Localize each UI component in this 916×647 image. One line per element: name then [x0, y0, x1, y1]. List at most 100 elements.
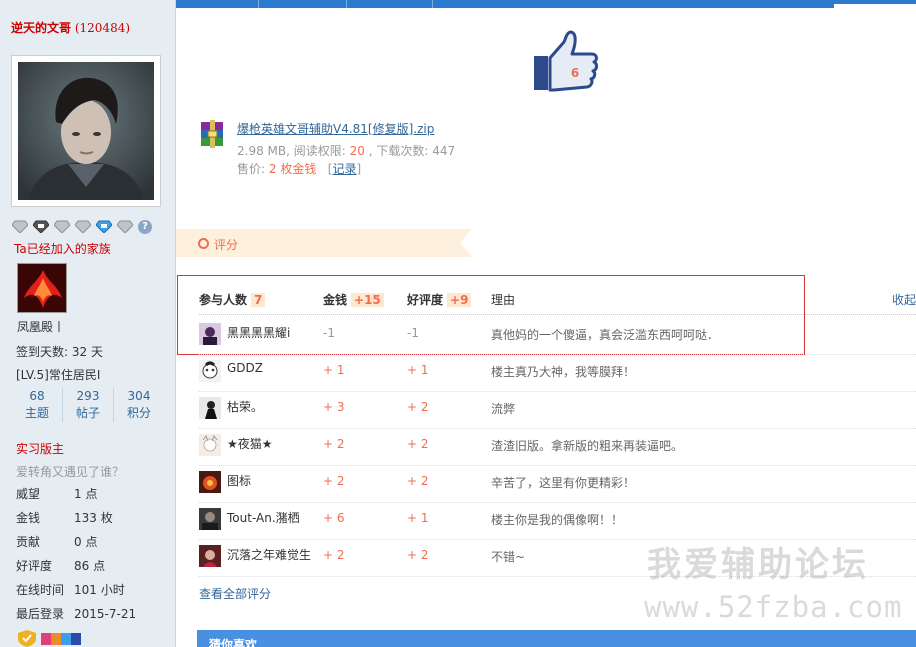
rater-avatar[interactable] — [199, 471, 221, 493]
watermark-title: 我爱辅助论坛 — [647, 545, 869, 585]
stat-posts-label: 帖子 — [75, 406, 100, 420]
rater-gold: + 6 — [323, 511, 345, 525]
info-key: 金钱 — [16, 511, 41, 525]
rater-gold: + 3 — [323, 400, 345, 414]
info-row: 好评度 86 点 — [16, 557, 136, 581]
info-key: 威望 — [16, 487, 41, 501]
user-profile-sidebar: 逆天的文哥 (120484) ? Ta已经加入的家族 凤凰殿丨 签到天数: 32… — [0, 0, 176, 647]
stat-posts[interactable]: 293 帖子 — [63, 388, 114, 422]
table-row: 黑黑黑黑耀i -1 -1 真他妈的一个傻逼，真会泛滥东西呵呵哒． — [199, 318, 916, 355]
diamond-medal-icon[interactable] — [75, 220, 91, 233]
attachment-size: 2.98 MB — [237, 144, 287, 158]
rater-avatar[interactable] — [199, 508, 221, 530]
dark-diamond-medal-icon[interactable] — [33, 220, 49, 233]
info-key: 最后登录 — [16, 607, 65, 621]
rater-name-link[interactable]: 黑黑黑黑耀i — [227, 324, 290, 341]
header-rep-label: 好评度 — [407, 293, 444, 307]
stat-threads-num: 68 — [29, 389, 45, 403]
stat-points-num: 304 — [127, 389, 151, 403]
rar-archive-icon — [201, 120, 223, 148]
attachment-filename-link[interactable]: 爆枪英雄文哥辅助V4.81[修复版].zip — [237, 120, 434, 137]
rater-name-link[interactable]: 沉落之年难觉生 — [227, 546, 311, 563]
rating-tab-label: 评分 — [214, 238, 239, 252]
rater-reason: 楼主你是我的偶像啊！！ — [491, 513, 624, 527]
attachment-meta: 2.98 MB, 阅读权限: 20 , 下载次数: 447 — [237, 144, 456, 158]
info-key: 贡献 — [16, 535, 41, 549]
shield-badge-icon[interactable] — [17, 630, 37, 647]
checkin-days: 签到天数: 32 天 — [16, 345, 103, 359]
rater-reason: 真他妈的一个傻逼，真会泛滥东西呵呵哒． — [491, 328, 720, 342]
blue-diamond-medal-icon[interactable] — [96, 220, 112, 233]
header-rep: 好评度 +9 — [407, 291, 472, 308]
info-value: 133 枚 — [74, 511, 113, 525]
thumbs-up-icon: 6 — [534, 30, 598, 92]
rater-name-link[interactable]: 图标 — [227, 472, 251, 489]
circle-icon — [198, 238, 209, 249]
watermark-url: www.52fzba.com — [644, 590, 903, 624]
forum-post-page: 逆天的文哥 (120484) ? Ta已经加入的家族 凤凰殿丨 签到天数: 32… — [0, 0, 916, 647]
view-all-ratings-link[interactable]: 查看全部评分 — [199, 585, 271, 602]
header-gold: 金钱 +15 — [323, 291, 384, 308]
rating-header: 参与人数 7 金钱 +15 好评度 +9 理由 收起 — [199, 289, 916, 315]
header-reason: 理由 — [491, 293, 516, 307]
price-value: 2 枚金钱 — [268, 162, 317, 176]
rater-avatar[interactable] — [199, 434, 221, 456]
rater-name-link[interactable]: 枯荣。 — [227, 398, 263, 415]
rater-reason: 渣渣旧版。拿新版的粗来再装逼吧。 — [491, 439, 684, 453]
diamond-medal-icon[interactable] — [54, 220, 70, 233]
table-row: GDDZ + 1 + 1 楼主真乃大神，我等膜拜！ — [199, 355, 916, 392]
rater-rep: + 2 — [407, 548, 429, 562]
rater-name-link[interactable]: GDDZ — [227, 361, 263, 375]
rater-name-link[interactable]: Tout-An.潴栖 — [227, 509, 300, 526]
info-row: 在线时间 101 小时 — [16, 581, 136, 605]
info-row: 贡献 0 点 — [16, 533, 136, 557]
color-badge-icon[interactable] — [41, 630, 81, 647]
top-nav-strip-right — [834, 0, 916, 4]
rater-gold: -1 — [323, 326, 335, 340]
family-badge[interactable] — [17, 263, 67, 313]
stat-points-label: 积分 — [126, 406, 151, 420]
stat-threads-label: 主题 — [24, 406, 49, 420]
table-row: 图标 + 2 + 2 辛苦了，这里有你更精彩！ — [199, 466, 916, 503]
stat-posts-num: 293 — [76, 389, 100, 403]
like-button[interactable]: 6 — [530, 30, 600, 94]
table-row: 枯荣。 + 3 + 2 流弊 — [199, 392, 916, 429]
rater-reason: 楼主真乃大神，我等膜拜！ — [491, 365, 636, 379]
perm-value: 20 — [349, 144, 365, 158]
stat-threads[interactable]: 68 主题 — [12, 388, 63, 422]
collapse-link[interactable]: 收起 — [892, 291, 916, 308]
perm-label: 阅读权限: — [293, 144, 346, 158]
rater-avatar[interactable] — [199, 360, 221, 382]
diamond-medal-icon[interactable] — [117, 220, 133, 233]
rater-avatar[interactable] — [199, 545, 221, 567]
user-role: 实习版主 — [16, 442, 65, 456]
table-row: Tout-An.潴栖 + 6 + 1 楼主你是我的偶像啊！！ — [199, 503, 916, 540]
diamond-medal-icon[interactable] — [12, 220, 28, 233]
record-link[interactable]: 记录 — [332, 162, 356, 176]
rater-rep: + 2 — [407, 400, 429, 414]
rater-avatar[interactable] — [199, 397, 221, 419]
info-value: 2015-7-21 — [74, 607, 137, 621]
user-info-table: 威望 1 点 金钱 133 枚 贡献 0 点 好评度 86 点 在线时间 101 小时 最… — [16, 485, 136, 629]
medal-list: ? — [12, 220, 152, 234]
avatar[interactable] — [11, 55, 161, 207]
stat-points[interactable]: 304 积分 — [114, 388, 164, 422]
question-icon[interactable]: ? — [138, 220, 152, 234]
info-key: 在线时间 — [16, 583, 65, 597]
participants-count: 7 — [251, 293, 266, 307]
downloads-count: 447 — [432, 144, 456, 158]
rater-gold: + 2 — [323, 437, 345, 451]
rater-avatar[interactable] — [199, 323, 221, 345]
info-row: 金钱 133 枚 — [16, 509, 136, 533]
rater-reason: 辛苦了，这里有你更精彩！ — [491, 476, 636, 490]
rater-name-link[interactable]: ★夜猫★ — [227, 435, 273, 452]
gold-total: +15 — [351, 293, 384, 307]
info-value: 86 点 — [74, 559, 106, 573]
rater-gold: + 2 — [323, 474, 345, 488]
header-participants: 参与人数 7 — [199, 291, 266, 308]
like-count: 6 — [571, 66, 579, 80]
username-link[interactable]: 逆天的文哥 — [11, 21, 71, 35]
family-name[interactable]: 凤凰殿丨 — [17, 318, 65, 335]
info-value: 0 点 — [74, 535, 98, 549]
phoenix-icon — [18, 264, 66, 312]
